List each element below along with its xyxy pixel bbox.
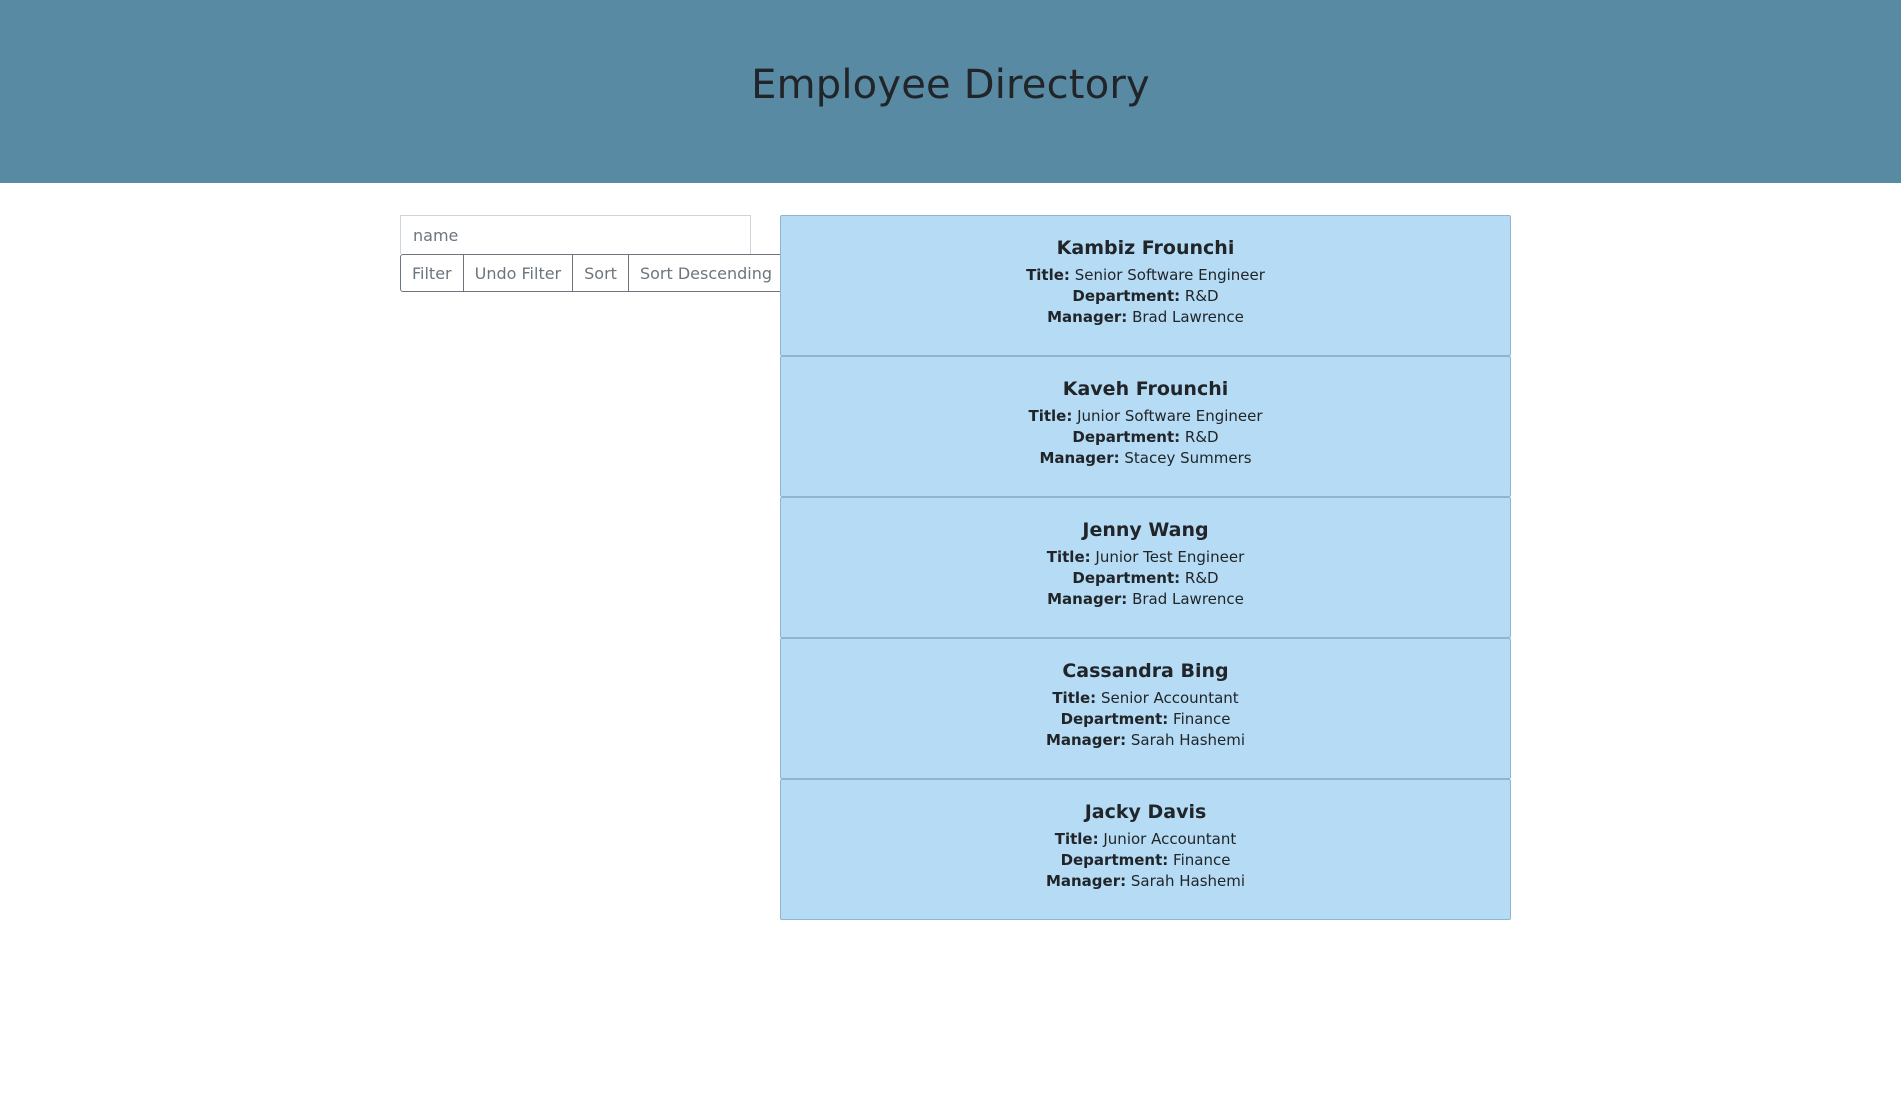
employee-name: Cassandra Bing [1062, 660, 1229, 682]
employee-list: Kambiz Frounchi Title: Senior Software E… [780, 215, 1511, 920]
title-label: Title: [1046, 548, 1091, 566]
employee-card: Kaveh Frounchi Title: Junior Software En… [780, 356, 1511, 497]
manager-label: Manager: [1045, 872, 1127, 890]
sort-descending-button[interactable]: Sort Descending [627, 254, 784, 292]
employee-title-line: Title: Senior Software Engineer [781, 265, 1510, 286]
main-content: Filter Undo Filter Sort Sort Descending … [0, 183, 1901, 1114]
employee-manager-line: Manager: Stacey Summers [781, 448, 1510, 469]
employee-title-line: Title: Junior Software Engineer [781, 406, 1510, 427]
employee-department-line: Department: Finance [781, 850, 1510, 871]
employee-manager-line: Manager: Sarah Hashemi [781, 730, 1510, 751]
employee-manager: Brad Lawrence [1132, 590, 1244, 608]
employee-manager-line: Manager: Sarah Hashemi [781, 871, 1510, 892]
name-search-input[interactable] [400, 215, 751, 254]
manager-label: Manager: [1047, 590, 1128, 608]
employee-card: Jenny Wang Title: Junior Test Engineer D… [780, 497, 1511, 638]
employee-manager-line: Manager: Brad Lawrence [781, 589, 1510, 610]
employee-title-line: Title: Junior Accountant [781, 829, 1510, 850]
controls-panel: Filter Undo Filter Sort Sort Descending [400, 215, 784, 292]
employee-department: R&D [1184, 287, 1219, 305]
employee-manager: Stacey Summers [1124, 449, 1252, 467]
manager-label: Manager: [1047, 308, 1128, 326]
employee-department-line: Department: R&D [781, 568, 1510, 589]
undo-filter-button[interactable]: Undo Filter [462, 254, 574, 292]
employee-department: Finance [1173, 851, 1231, 869]
employee-department-line: Department: R&D [781, 286, 1510, 307]
sort-button[interactable]: Sort [572, 254, 629, 292]
employee-card: Cassandra Bing Title: Senior Accountant … [780, 638, 1511, 779]
title-label: Title: [1028, 407, 1073, 425]
department-label: Department: [1060, 851, 1169, 869]
employee-department: Finance [1173, 710, 1231, 728]
manager-label: Manager: [1045, 731, 1127, 749]
employee-manager: Sarah Hashemi [1130, 731, 1246, 749]
manager-label: Manager: [1039, 449, 1120, 467]
employee-title: Junior Accountant [1103, 830, 1237, 848]
employee-department: R&D [1184, 428, 1219, 446]
filter-button[interactable]: Filter [400, 254, 464, 292]
page-title: Employee Directory [751, 62, 1150, 108]
title-label: Title: [1026, 266, 1070, 284]
department-label: Department: [1072, 287, 1181, 305]
department-label: Department: [1072, 569, 1181, 587]
title-label: Title: [1052, 689, 1097, 707]
employee-title-line: Title: Junior Test Engineer [781, 547, 1510, 568]
employee-name: Kambiz Frounchi [1056, 237, 1235, 259]
employee-manager: Sarah Hashemi [1130, 872, 1246, 890]
employee-title-line: Title: Senior Accountant [781, 688, 1510, 709]
employee-manager-line: Manager: Brad Lawrence [781, 307, 1510, 328]
employee-department-line: Department: Finance [781, 709, 1510, 730]
action-button-group: Filter Undo Filter Sort Sort Descending [400, 254, 784, 292]
employee-name: Kaveh Frounchi [1062, 378, 1229, 400]
employee-title: Junior Software Engineer [1077, 407, 1263, 425]
employee-title: Junior Test Engineer [1095, 548, 1245, 566]
department-label: Department: [1060, 710, 1169, 728]
employee-name: Jacky Davis [1084, 801, 1207, 823]
employee-title: Senior Software Engineer [1074, 266, 1265, 284]
employee-department: R&D [1184, 569, 1219, 587]
page-header: Employee Directory [0, 0, 1901, 183]
employee-card: Kambiz Frounchi Title: Senior Software E… [780, 215, 1511, 356]
employee-name: Jenny Wang [1082, 519, 1209, 541]
employee-department-line: Department: R&D [781, 427, 1510, 448]
title-label: Title: [1054, 830, 1099, 848]
employee-manager: Brad Lawrence [1132, 308, 1244, 326]
employee-title: Senior Accountant [1100, 689, 1239, 707]
department-label: Department: [1072, 428, 1181, 446]
employee-card: Jacky Davis Title: Junior Accountant Dep… [780, 779, 1511, 920]
